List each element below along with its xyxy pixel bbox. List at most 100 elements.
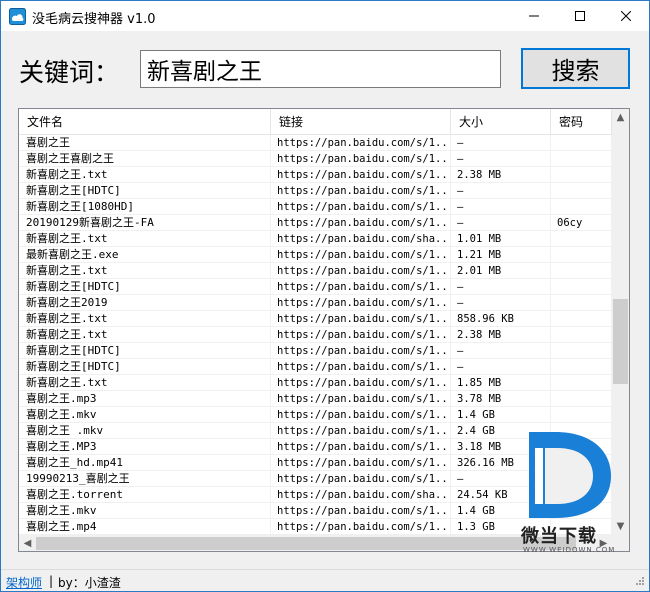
cell-link: https://pan.baidu.com/s/1... [271, 263, 451, 279]
column-header-size[interactable]: 大小 [451, 109, 551, 135]
table-row[interactable]: 新喜剧之王[HDTC] https://pan.baidu.com/s/1... — [19, 343, 612, 359]
cell-password: 06cy [551, 215, 612, 231]
cell-link: https://pan.baidu.com/s/1... [271, 151, 451, 167]
cell-size: — [451, 135, 551, 151]
cell-link: https://pan.baidu.com/s/1... [271, 359, 451, 375]
cell-link: https://pan.baidu.com/s/1... [271, 407, 451, 423]
cell-filename: 喜剧之王.mp4 [19, 519, 271, 535]
results-list[interactable]: 文件名 链接 大小 密码 喜剧之王 https://pan.baidu.com/s… [18, 108, 630, 552]
cell-filename: 喜剧之王.MP3 [19, 439, 271, 455]
cell-link: https://pan.baidu.com/s/1... [271, 135, 451, 151]
search-input[interactable] [140, 50, 501, 88]
cell-link: https://pan.baidu.com/s/1... [271, 423, 451, 439]
table-row[interactable]: 喜剧之王 https://pan.baidu.com/s/1... — [19, 135, 612, 151]
app-icon [9, 8, 26, 25]
cell-filename: 新喜剧之王2019 [19, 295, 271, 311]
scroll-left-icon[interactable]: ◀ [19, 535, 36, 551]
table-row[interactable]: 20190129新喜剧之王-FA https://pan.baidu.com/s/… [19, 215, 612, 231]
cell-link: https://pan.baidu.com/s/1... [271, 327, 451, 343]
cell-link: https://pan.baidu.com/s/1... [271, 391, 451, 407]
table-row[interactable]: 19990213_喜剧之王 https://pan.baidu.com/s/1..… [19, 471, 612, 487]
column-header-link[interactable]: 链接 [271, 109, 451, 135]
table-row[interactable]: 新喜剧之王[HDTC] https://pan.baidu.com/s/1... — [19, 183, 612, 199]
table-row[interactable]: 新喜剧之王[1080HD] https://pan.baidu.com/s/1..… [19, 199, 612, 215]
table-row[interactable]: 新喜剧之王.txt https://pan.baidu.com/s/1... 1.8… [19, 375, 612, 391]
cell-link: https://pan.baidu.com/s/1... [271, 199, 451, 215]
table-row[interactable]: 喜剧之王.MP3 https://pan.baidu.com/s/1... 3.18… [19, 439, 612, 455]
table-row[interactable]: 喜剧之王 .mkv https://pan.baidu.com/s/1... 2.4… [19, 423, 612, 439]
scroll-down-icon[interactable]: ▼ [612, 518, 629, 535]
vertical-scroll-thumb[interactable] [613, 299, 628, 384]
cell-filename: 喜剧之王 [19, 135, 271, 151]
cell-link: https://pan.baidu.com/sha... [271, 231, 451, 247]
table-row[interactable]: 喜剧之王.mkv https://pan.baidu.com/s/1... 1.4 … [19, 407, 612, 423]
scroll-up-icon[interactable]: ▲ [612, 109, 629, 126]
architect-link[interactable]: 架构师 [6, 574, 42, 591]
cell-size: — [451, 183, 551, 199]
minimize-button[interactable] [511, 1, 557, 31]
maximize-button[interactable] [557, 1, 603, 31]
table-row[interactable]: 新喜剧之王.txt https://pan.baidu.com/s/1... 2.3… [19, 327, 612, 343]
title-bar[interactable]: 没毛病云搜神器 v1.0 [1, 1, 649, 31]
cell-filename: 新喜剧之王.txt [19, 263, 271, 279]
cell-filename: 20190129新喜剧之王-FA [19, 215, 271, 231]
table-row[interactable]: 新喜剧之王.txt https://pan.baidu.com/s/1... 2.0… [19, 263, 612, 279]
table-row[interactable]: 喜剧之王.mp3 https://pan.baidu.com/s/1... 3.78… [19, 391, 612, 407]
app-window: 没毛病云搜神器 v1.0 关键词： 搜索 文件名 链接 大小 密码 喜剧之王ht… [0, 0, 650, 592]
cell-size: 3.78 MB [451, 391, 551, 407]
cell-password [551, 359, 612, 375]
cell-filename: 喜剧之王喜剧之王 [19, 151, 271, 167]
horizontal-scroll-thumb[interactable] [36, 537, 576, 550]
cell-password [551, 135, 612, 151]
cell-password [551, 311, 612, 327]
cell-size: — [451, 471, 551, 487]
cell-size: 1.4 GB [451, 503, 551, 519]
cell-size: — [451, 343, 551, 359]
cell-password [551, 503, 612, 519]
resize-grip-icon[interactable] [633, 576, 645, 588]
cell-link: https://pan.baidu.com/s/1... [271, 471, 451, 487]
cell-filename: 新喜剧之王.txt [19, 327, 271, 343]
cell-link: https://pan.baidu.com/s/1... [271, 439, 451, 455]
table-row[interactable]: 喜剧之王喜剧之王 https://pan.baidu.com/s/1... — [19, 151, 612, 167]
table-row[interactable]: 最新喜剧之王.exe https://pan.baidu.com/s/1... 1.… [19, 247, 612, 263]
table-row[interactable]: 新喜剧之王.txt https://pan.baidu.com/s/1... 858… [19, 311, 612, 327]
cell-password [551, 391, 612, 407]
table-row[interactable]: 喜剧之王.mkv https://pan.baidu.com/s/1... 1.4 … [19, 503, 612, 519]
table-row[interactable]: 喜剧之王.torrent https://pan.baidu.com/sha...… [19, 487, 612, 503]
cell-size: 1.4 GB [451, 407, 551, 423]
cell-filename: 新喜剧之王.txt [19, 167, 271, 183]
cell-password [551, 167, 612, 183]
table-row[interactable]: 喜剧之王_hd.mp41 https://pan.baidu.com/s/1...… [19, 455, 612, 471]
cell-password [551, 295, 612, 311]
cell-password [551, 455, 612, 471]
cell-password [551, 423, 612, 439]
close-icon [621, 11, 631, 21]
cell-size: 24.54 KB [451, 487, 551, 503]
search-button[interactable]: 搜索 [521, 48, 630, 89]
window-title: 没毛病云搜神器 v1.0 [32, 12, 156, 27]
table-row[interactable]: 新喜剧之王2019 https://pan.baidu.com/s/1... — [19, 295, 612, 311]
author-text: by：小渣渣 [58, 576, 121, 590]
close-button[interactable] [603, 1, 649, 31]
table-row[interactable]: 新喜剧之王[HDTC] https://pan.baidu.com/s/1... — [19, 279, 612, 295]
cell-filename: 新喜剧之王[HDTC] [19, 183, 271, 199]
cell-password [551, 199, 612, 215]
cell-password [551, 327, 612, 343]
cell-size: 2.4 GB [451, 423, 551, 439]
table-row[interactable]: 新喜剧之王.txt https://pan.baidu.com/sha... 1.0… [19, 231, 612, 247]
cell-size: — [451, 151, 551, 167]
cell-link: https://pan.baidu.com/s/1... [271, 503, 451, 519]
column-header-filename[interactable]: 文件名 [19, 109, 271, 135]
keyword-label: 关键词： [19, 58, 120, 87]
cell-link: https://pan.baidu.com/s/1... [271, 343, 451, 359]
column-header-password[interactable]: 密码 [551, 109, 612, 135]
cell-size: — [451, 359, 551, 375]
cell-size: — [451, 295, 551, 311]
cell-filename: 喜剧之王.mp3 [19, 391, 271, 407]
table-row[interactable]: 新喜剧之王.txt https://pan.baidu.com/s/1... 2.3… [19, 167, 612, 183]
vertical-scrollbar[interactable]: ▲ ▼ [612, 109, 629, 535]
table-row[interactable]: 新喜剧之王[HDTC] https://pan.baidu.com/s/1... — [19, 359, 612, 375]
cell-password [551, 487, 612, 503]
cell-link: https://pan.baidu.com/s/1... [271, 247, 451, 263]
